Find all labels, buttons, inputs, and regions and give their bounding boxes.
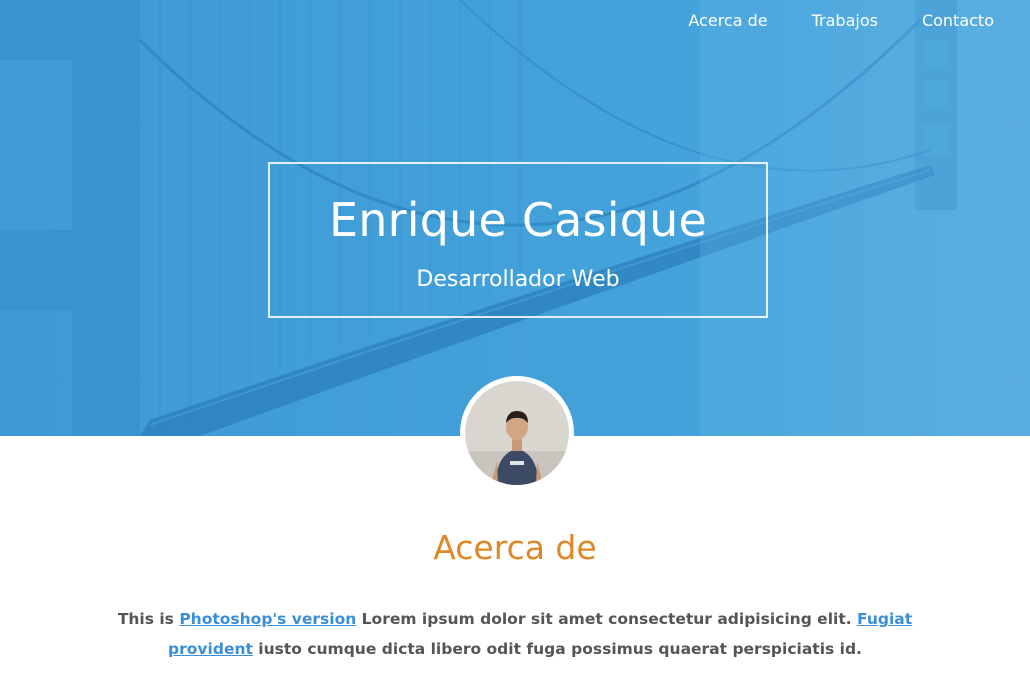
about-text-suffix: iusto cumque dicta libero odit fuga poss… (252, 640, 862, 658)
hero-header: Acerca de Trabajos Contacto Enrique Casi… (0, 0, 1030, 436)
hero-role: Desarrollador Web (416, 267, 620, 292)
about-section-title: Acerca de (433, 528, 597, 567)
hero-title-box: Enrique Casique Desarrollador Web (268, 162, 768, 318)
about-paragraph: This is Photoshop's version Lorem ipsum … (110, 604, 920, 664)
about-text-prefix: This is (117, 610, 180, 628)
nav-link-contacto[interactable]: Contacto (922, 9, 994, 33)
top-navigation: Acerca de Trabajos Contacto (644, 9, 994, 33)
hero-name: Enrique Casique (329, 193, 707, 247)
nav-link-trabajos[interactable]: Trabajos (812, 9, 878, 33)
photoshop-version-link[interactable]: Photoshop's version (179, 610, 356, 628)
about-text-middle: Lorem ipsum dolor sit amet consectetur a… (356, 610, 858, 628)
profile-photo (465, 381, 569, 485)
nav-link-acerca-de[interactable]: Acerca de (688, 9, 767, 33)
avatar (460, 376, 574, 490)
